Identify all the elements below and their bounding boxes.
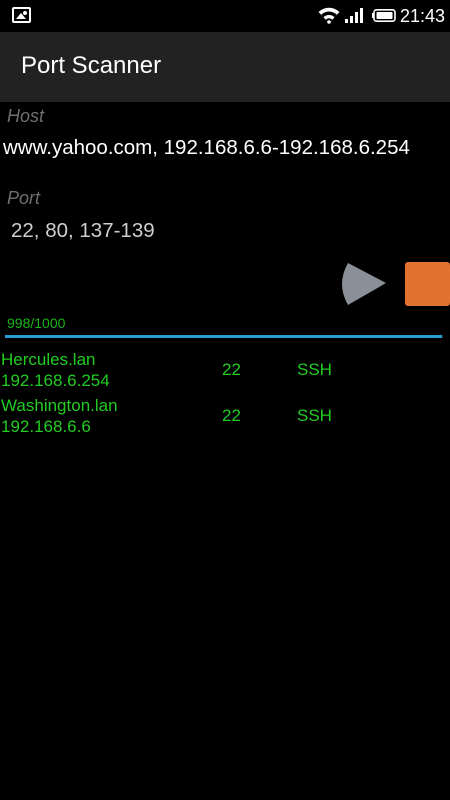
host-input[interactable]: www.yahoo.com, 192.168.6.6-192.168.6.254 <box>3 136 450 166</box>
status-time: 21:43 <box>400 6 446 26</box>
app-title: Port Scanner <box>21 52 162 79</box>
progress-text: 998/1000 <box>7 315 66 331</box>
result-ip: 192.168.6.254 <box>1 371 110 390</box>
progress-bar <box>5 335 443 338</box>
port-input[interactable]: 22, 80, 137-139 <box>11 219 311 249</box>
result-port: 22 <box>222 406 241 425</box>
result-ip: 192.168.6.6 <box>1 417 91 436</box>
progress-fill <box>5 335 443 338</box>
signal-icon <box>345 8 363 23</box>
result-service: SSH <box>297 406 332 425</box>
gallery-icon <box>12 7 31 23</box>
result-port: 22 <box>222 360 241 379</box>
battery-icon <box>372 9 396 22</box>
play-icon <box>342 263 386 305</box>
result-row[interactable]: Hercules.lan 192.168.6.254 22 SSH <box>0 349 450 395</box>
start-scan-button[interactable] <box>340 260 388 308</box>
result-row[interactable]: Washington.lan 192.168.6.6 22 SSH <box>0 395 450 441</box>
result-service: SSH <box>297 360 332 379</box>
action-bar: Port Scanner <box>0 32 450 102</box>
result-hostname: Hercules.lan <box>1 350 96 369</box>
results-list: Hercules.lan 192.168.6.254 22 SSH Washin… <box>0 349 450 441</box>
stop-scan-button[interactable] <box>405 262 450 306</box>
status-bar: 21:43 <box>0 0 450 32</box>
result-host: Washington.lan 192.168.6.6 <box>1 395 118 437</box>
result-hostname: Washington.lan <box>1 396 118 415</box>
port-label: Port <box>7 188 41 208</box>
result-host: Hercules.lan 192.168.6.254 <box>1 349 110 391</box>
wifi-icon <box>318 7 340 24</box>
host-label: Host <box>7 106 45 126</box>
